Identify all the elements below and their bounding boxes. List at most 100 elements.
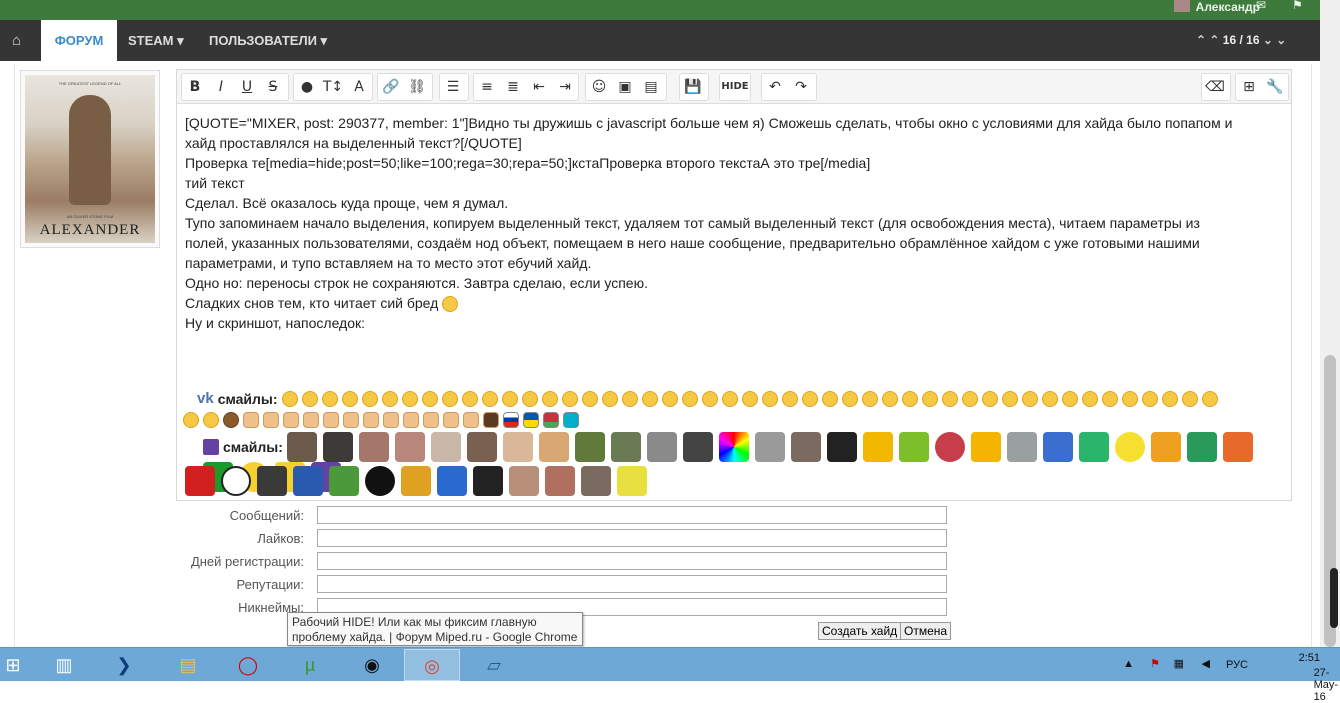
- font-family-icon[interactable]: A: [346, 74, 372, 100]
- emote-icon[interactable]: [473, 466, 503, 496]
- smiley-icon[interactable]: [1101, 390, 1118, 407]
- emote-icon[interactable]: [286, 432, 317, 462]
- emote-icon[interactable]: [581, 466, 611, 496]
- hand-icon[interactable]: [483, 412, 499, 428]
- opera-icon[interactable]: ◯: [220, 649, 276, 681]
- smiley-icon[interactable]: [661, 390, 678, 407]
- flag-icon[interactable]: ⚑: [1292, 0, 1303, 12]
- smiley-icon[interactable]: [841, 390, 858, 407]
- emote-icon[interactable]: [1150, 432, 1181, 462]
- emote-icon[interactable]: [329, 466, 359, 496]
- emote-icon[interactable]: [394, 432, 425, 462]
- editor-content[interactable]: [QUOTE="MIXER, post: 290377, member: 1"]…: [185, 113, 1285, 333]
- envelope-icon[interactable]: ✉: [1256, 0, 1266, 12]
- post-avatar[interactable]: THE GREATEST LEGEND OF ALL AN OLIVER STO…: [20, 70, 160, 248]
- bold-button[interactable]: B: [182, 74, 208, 100]
- prev-page-icon[interactable]: ⌃: [1209, 33, 1222, 47]
- emote-icon[interactable]: [221, 466, 251, 496]
- notepad-icon[interactable]: ▱: [466, 649, 522, 681]
- page-scrollbar[interactable]: [1320, 0, 1340, 647]
- poop-icon[interactable]: [223, 412, 239, 428]
- writing-hand-icon[interactable]: [423, 412, 439, 428]
- russia-flag-icon[interactable]: [503, 412, 519, 428]
- unlink-icon[interactable]: ⛓: [404, 74, 430, 100]
- folder-icon[interactable]: ▤: [160, 649, 216, 681]
- wrench-icon[interactable]: 🔧: [1262, 74, 1288, 100]
- smiley-icon[interactable]: [1001, 390, 1018, 407]
- thumbs-down-icon[interactable]: [263, 412, 279, 428]
- emote-icon[interactable]: [322, 432, 353, 462]
- smiley-icon[interactable]: [441, 390, 458, 407]
- bullet-list-icon[interactable]: ≡: [474, 74, 500, 100]
- outdent-icon[interactable]: ⇤: [526, 74, 552, 100]
- emote-icon[interactable]: [365, 466, 395, 496]
- emote-icon[interactable]: [293, 466, 323, 496]
- smiley-icon[interactable]: [861, 390, 878, 407]
- posts-input[interactable]: [317, 506, 947, 524]
- undo-icon[interactable]: ↶: [762, 74, 788, 100]
- smiley-icon[interactable]: [381, 390, 398, 407]
- image-icon[interactable]: ▣: [612, 74, 638, 100]
- emote-icon[interactable]: [466, 432, 497, 462]
- smiley-icon[interactable]: [321, 390, 338, 407]
- rep-input[interactable]: [317, 575, 947, 593]
- clock-time[interactable]: 2:51: [1299, 652, 1320, 664]
- smiley-icon[interactable]: [1141, 390, 1158, 407]
- smiley-icon[interactable]: [881, 390, 898, 407]
- smiley-icon[interactable]: [621, 390, 638, 407]
- smiley-icon[interactable]: [641, 390, 658, 407]
- emote-icon[interactable]: [502, 432, 533, 462]
- italic-button[interactable]: I: [208, 74, 234, 100]
- emote-icon[interactable]: [1078, 432, 1109, 462]
- hand-icon[interactable]: [443, 412, 459, 428]
- emote-icon[interactable]: [509, 466, 539, 496]
- utorrent-icon[interactable]: µ: [282, 649, 338, 681]
- smiley-icon[interactable]: [701, 390, 718, 407]
- redo-icon[interactable]: ↷: [788, 74, 814, 100]
- smiley-icon[interactable]: [1121, 390, 1138, 407]
- align-icon[interactable]: ☰: [440, 74, 466, 100]
- emote-icon[interactable]: [754, 432, 785, 462]
- ukraine-flag-icon[interactable]: [523, 412, 539, 428]
- smiley-icon[interactable]: [281, 390, 298, 407]
- smiley-icon[interactable]: [981, 390, 998, 407]
- smiley-icon[interactable]: [541, 390, 558, 407]
- tray-volume-icon[interactable]: ◀: [1202, 657, 1210, 670]
- emote-icon[interactable]: [358, 432, 389, 462]
- emote-icon[interactable]: [1186, 432, 1217, 462]
- message-editor[interactable]: B I U S ● T↕ A 🔗 ⛓ ☰ ≡ ≣ ⇤ ⇥ ☺ ▣ ▤ 💾 HID…: [176, 69, 1292, 501]
- expand-icon[interactable]: ⊞: [1236, 74, 1262, 100]
- emote-icon[interactable]: [862, 432, 893, 462]
- hand-icon[interactable]: [343, 412, 359, 428]
- smiley-icon[interactable]: [1201, 390, 1218, 407]
- smiley-icon[interactable]: [961, 390, 978, 407]
- emote-icon[interactable]: [970, 432, 1001, 462]
- tray-flag-icon[interactable]: ⚑: [1150, 657, 1160, 670]
- emote-icon[interactable]: [610, 432, 641, 462]
- smiley-icon[interactable]: [421, 390, 438, 407]
- smiley-icon[interactable]: [801, 390, 818, 407]
- smiley-icon[interactable]: [1181, 390, 1198, 407]
- smiley-icon[interactable]: [561, 390, 578, 407]
- smiley-icon[interactable]: [681, 390, 698, 407]
- save-draft-icon[interactable]: 💾: [680, 74, 706, 100]
- smiley-icon[interactable]: [361, 390, 378, 407]
- smiley-icon[interactable]: [781, 390, 798, 407]
- smiley-icon[interactable]: [941, 390, 958, 407]
- language-indicator[interactable]: РУС: [1226, 659, 1248, 671]
- hand-icon[interactable]: [363, 412, 379, 428]
- number-list-icon[interactable]: ≣: [500, 74, 526, 100]
- color-drop-icon[interactable]: ●: [294, 74, 320, 100]
- emote-icon[interactable]: [617, 466, 647, 496]
- smiley-icon[interactable]: [1161, 390, 1178, 407]
- strike-button[interactable]: S: [260, 74, 286, 100]
- eraser-icon[interactable]: ⌫: [1202, 74, 1228, 100]
- first-page-icon[interactable]: ⌃: [1196, 33, 1206, 47]
- smiley-icon[interactable]: [301, 390, 318, 407]
- thumbs-up-icon[interactable]: [243, 412, 259, 428]
- smiley-icon[interactable]: ☺: [586, 74, 612, 100]
- smiley-icon[interactable]: [921, 390, 938, 407]
- emote-icon[interactable]: [934, 432, 965, 462]
- emote-icon[interactable]: [646, 432, 677, 462]
- emote-icon[interactable]: [682, 432, 713, 462]
